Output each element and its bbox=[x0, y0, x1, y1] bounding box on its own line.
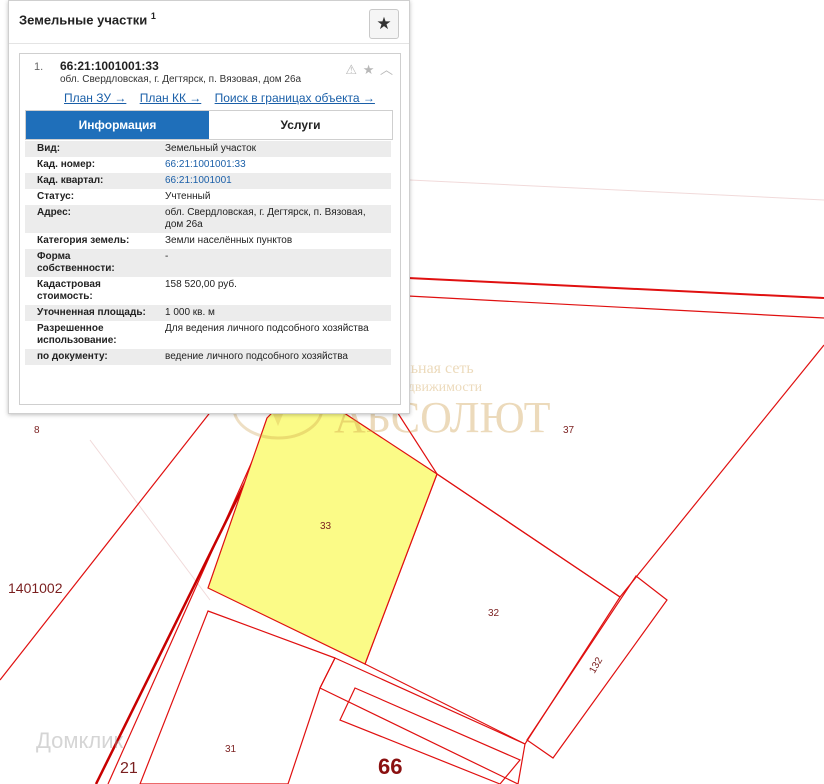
quarter-label-1401002: 1401002 bbox=[8, 580, 63, 596]
table-row: Форма собственности: - bbox=[25, 249, 391, 277]
parcel-label-8: 8 bbox=[34, 425, 40, 436]
result-links: План ЗУ → План КК → Поиск в границах объ… bbox=[64, 91, 385, 105]
region-label-66: 66 bbox=[378, 754, 403, 779]
plan-zu-link[interactable]: План ЗУ → bbox=[64, 91, 126, 105]
domclick-watermark: Домклик bbox=[36, 728, 124, 753]
table-row: Вид: Земельный участок bbox=[25, 141, 391, 157]
tab-services[interactable]: Услуги bbox=[209, 111, 392, 139]
panel-divider bbox=[9, 43, 409, 44]
star-icon[interactable]: ★ bbox=[363, 62, 376, 77]
search-in-bounds-link[interactable]: Поиск в границах объекта → bbox=[215, 91, 375, 105]
table-row: Кад. квартал: 66:21:1001001 bbox=[25, 173, 391, 189]
table-row: Категория земель: Земли населённых пункт… bbox=[37, 235, 293, 246]
table-row: Кадастровая стоимость: 158 520,00 руб. bbox=[37, 279, 237, 302]
parcel-label-32: 32 bbox=[488, 608, 500, 619]
info-table: Вид: Земельный участок Кад. номер: 66:21… bbox=[25, 141, 391, 365]
result-index: 1. bbox=[34, 61, 44, 73]
star-icon: ★ bbox=[376, 14, 392, 33]
result-address: обл. Свердловская, г. Дегтярск, п. Вязов… bbox=[60, 74, 302, 85]
parcel-label-33: 33 bbox=[320, 521, 332, 532]
favorite-star-button[interactable]: ★ bbox=[369, 9, 399, 39]
land-plots-panel: Земельные участки 1 ★ 1. 66:21:1001001:3… bbox=[8, 0, 410, 414]
table-row: Разрешенное использование: Для ведения л… bbox=[37, 323, 369, 346]
parcel-label-37: 37 bbox=[563, 425, 575, 436]
quarter-label-21: 21 bbox=[120, 760, 138, 777]
cadastral-quarter-link[interactable]: 66:21:1001001 bbox=[153, 173, 391, 189]
result-tools: ⚠ ★ ︿ bbox=[345, 59, 394, 78]
panel-title: Земельные участки 1 bbox=[19, 11, 156, 28]
table-row: Статус: Учтенный bbox=[37, 191, 211, 202]
result-card: 1. 66:21:1001001:33 обл. Свердловская, г… bbox=[19, 53, 401, 405]
table-row: Уточненная площадь: 1 000 кв. м bbox=[25, 305, 391, 321]
result-cadastral-number[interactable]: 66:21:1001001:33 bbox=[60, 59, 159, 73]
result-tabs: Информация Услуги bbox=[25, 110, 393, 140]
tab-information[interactable]: Информация bbox=[26, 111, 209, 139]
plan-kk-link[interactable]: План КК → bbox=[140, 91, 202, 105]
table-row: по документу: ведение личного подсобного… bbox=[25, 349, 391, 365]
table-row: Адрес: обл. Свердловская, г. Дегтярск, п… bbox=[25, 205, 391, 233]
warning-icon[interactable]: ⚠ bbox=[345, 62, 358, 77]
cadastral-number-link[interactable]: 66:21:1001001:33 bbox=[153, 157, 391, 173]
parcel-label-31: 31 bbox=[225, 744, 237, 755]
collapse-icon[interactable]: ︿ bbox=[380, 62, 394, 77]
result-count: 1 bbox=[150, 11, 156, 21]
table-row: Кад. номер: 66:21:1001001:33 bbox=[25, 157, 391, 173]
